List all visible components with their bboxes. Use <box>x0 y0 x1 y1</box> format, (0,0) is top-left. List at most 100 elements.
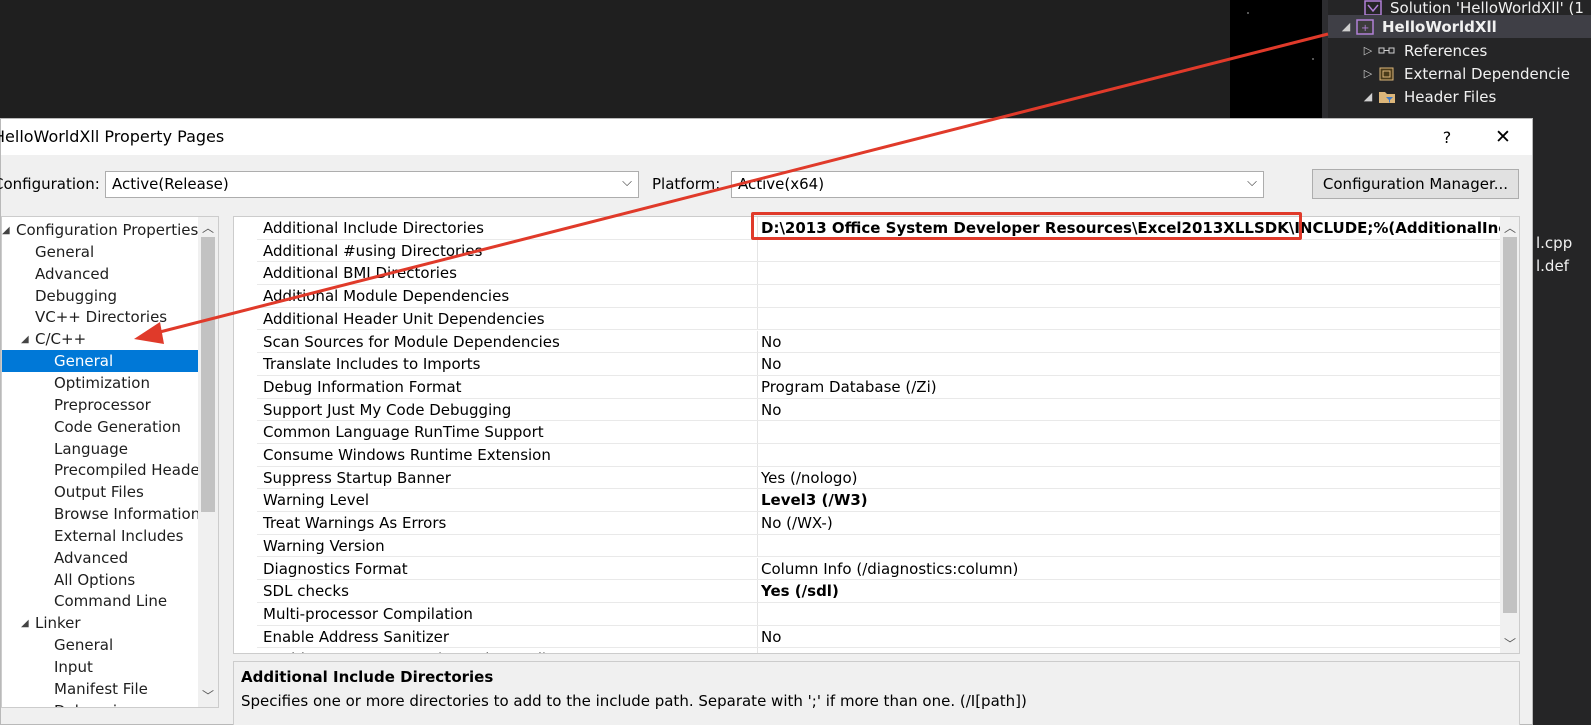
file-label-cpp[interactable]: l.cpp <box>1536 234 1572 252</box>
property-row[interactable]: Debug Information Format Program Database… <box>234 375 1500 399</box>
solution-tree-item[interactable]: ◢ + HelloWorldXll <box>1328 15 1591 38</box>
scrollbar-thumb[interactable] <box>1503 237 1517 613</box>
property-row[interactable]: SDL checks Yes (/sdl) <box>234 580 1500 603</box>
configuration-manager-button[interactable]: Configuration Manager... <box>1312 169 1519 199</box>
tree-item[interactable]: Command Line <box>2 590 198 612</box>
solution-tree-item[interactable]: ◢ Header Files <box>1328 85 1591 108</box>
property-row[interactable]: Treat Warnings As Errors No (/WX-) <box>234 512 1500 535</box>
scrollbar-thumb[interactable] <box>201 237 215 512</box>
expanded-arrow-icon[interactable]: ◢ <box>21 334 29 345</box>
property-row[interactable]: Translate Includes to Imports No <box>234 353 1500 376</box>
solution-tree-item[interactable]: ▷ References <box>1328 39 1591 62</box>
scroll-up-icon[interactable]: ︿ <box>202 219 214 236</box>
property-value[interactable]: No <box>761 650 781 653</box>
property-name: Additional #using Directories <box>263 241 483 260</box>
tree-item-label: All Options <box>54 571 136 589</box>
tree-item[interactable]: Debugging <box>2 285 198 307</box>
tree-item-label: C/C++ <box>35 330 87 348</box>
property-value[interactable]: No <box>761 355 781 373</box>
svg-text:+: + <box>1361 23 1369 34</box>
property-value[interactable]: Level3 (/W3) <box>761 491 868 509</box>
tree-scrollbar[interactable]: ︿ ﹀ <box>198 217 218 707</box>
property-name: Warning Level <box>263 491 370 510</box>
file-label-def[interactable]: l.def <box>1536 257 1569 275</box>
collapsed-arrow-icon[interactable]: ▷ <box>1360 44 1376 57</box>
property-value[interactable]: Yes (/nologo) <box>761 469 857 487</box>
property-name: Scan Sources for Module Dependencies <box>263 332 560 351</box>
property-row[interactable]: Scan Sources for Module Dependencies No <box>234 330 1500 354</box>
tree-item[interactable]: Language <box>2 438 198 460</box>
expanded-arrow-icon[interactable]: ◢ <box>1360 90 1376 103</box>
tree-item-label: General <box>35 243 95 261</box>
references-icon <box>1376 42 1398 60</box>
property-row[interactable]: Warning Version <box>234 534 1500 558</box>
property-row[interactable]: Suppress Startup Banner Yes (/nologo) <box>234 466 1500 490</box>
property-row[interactable]: Additional Include Directories D:\2013 Of… <box>234 217 1519 240</box>
expanded-arrow-icon[interactable]: ◢ <box>1338 20 1354 33</box>
tree-item[interactable]: Precompiled Heade <box>2 459 200 481</box>
property-name: Multi-processor Compilation <box>263 604 473 623</box>
tree-item[interactable]: All Options <box>2 569 198 591</box>
help-button[interactable]: ? <box>1432 123 1462 151</box>
configuration-value: Active(Release) <box>112 175 229 193</box>
description-title: Additional Include Directories <box>241 668 494 686</box>
property-value[interactable]: No (/WX-) <box>761 514 833 532</box>
collapsed-arrow-icon[interactable]: ▷ <box>1360 67 1376 80</box>
property-value[interactable]: D:\2013 Office System Developer Resource… <box>761 219 1519 237</box>
close-button[interactable]: ✕ <box>1487 123 1519 151</box>
scroll-down-icon[interactable]: ﹀ <box>202 687 214 704</box>
solution-tree-item[interactable]: ▷ External Dependencie <box>1328 62 1591 85</box>
property-value[interactable]: No <box>761 333 781 351</box>
property-row[interactable]: Common Language RunTime Support <box>234 421 1500 444</box>
tree-item-label: VC++ Directories <box>35 308 168 326</box>
tree-item[interactable]: ◢ Linker <box>2 612 198 634</box>
property-row[interactable]: Additional BMI Directories <box>234 262 1500 286</box>
tree-item[interactable]: Browse Information <box>2 503 200 525</box>
tree-item[interactable]: VC++ Directories <box>2 306 198 328</box>
property-row[interactable]: Warning Level Level3 (/W3) <box>234 489 1500 513</box>
property-row[interactable]: Additional Header Unit Dependencies <box>234 307 1500 331</box>
property-row[interactable]: Additional Module Dependencies <box>234 285 1500 308</box>
tree-item[interactable]: Manifest File <box>2 678 198 700</box>
property-name: Additional Header Unit Dependencies <box>263 309 545 328</box>
tree-item[interactable]: General <box>2 634 198 656</box>
property-row[interactable]: Consume Windows Runtime Extension <box>234 444 1500 467</box>
configuration-dropdown[interactable]: Active(Release) ⌵ <box>105 171 639 198</box>
solution-tree-item-label: Header Files <box>1404 87 1497 106</box>
tree-item[interactable]: External Includes <box>2 525 198 547</box>
property-row[interactable]: Support Just My Code Debugging No <box>234 398 1500 422</box>
scroll-up-icon[interactable]: ︿ <box>1504 219 1516 236</box>
property-value[interactable]: No <box>761 628 781 646</box>
tree-item[interactable]: Advanced <box>2 547 198 569</box>
chevron-down-icon: ⌵ <box>1247 175 1257 190</box>
tree-item[interactable]: Optimization <box>2 372 198 394</box>
property-row[interactable]: Multi-processor Compilation <box>234 602 1500 626</box>
property-row[interactable]: Enable Fuzzer Support (Experimental) No <box>234 648 1500 653</box>
tree-item[interactable]: General <box>2 350 198 372</box>
property-value[interactable]: Yes (/sdl) <box>761 582 839 600</box>
property-value[interactable]: No <box>761 401 781 419</box>
tree-item[interactable]: Output Files <box>2 481 198 503</box>
tree-item[interactable]: Input <box>2 656 198 678</box>
dialog-title: HelloWorldXll Property Pages <box>0 127 225 146</box>
property-name: Treat Warnings As Errors <box>263 514 447 533</box>
grid-scrollbar[interactable]: ︿ ﹀ <box>1500 217 1519 653</box>
expanded-arrow-icon[interactable]: ◢ <box>21 618 29 629</box>
tree-item[interactable]: Preprocessor <box>2 394 198 416</box>
tree-item-label: Manifest File <box>54 680 148 698</box>
tree-item[interactable]: General <box>2 241 198 263</box>
property-value[interactable]: Program Database (/Zi) <box>761 378 937 396</box>
scroll-down-icon[interactable]: ﹀ <box>1504 635 1516 652</box>
property-row[interactable]: Additional #using Directories <box>234 239 1500 263</box>
platform-dropdown[interactable]: Active(x64) ⌵ <box>731 171 1264 198</box>
description-pane: Additional Include Directories Specifies… <box>233 661 1520 725</box>
tree-item[interactable]: ◢ C/C++ <box>2 328 198 350</box>
tree-item[interactable]: Code Generation <box>2 416 198 438</box>
property-value[interactable]: Column Info (/diagnostics:column) <box>761 560 1018 578</box>
tree-item[interactable]: ◢ Configuration Properties <box>2 219 198 241</box>
property-row[interactable]: Enable Address Sanitizer No <box>234 625 1500 649</box>
property-row[interactable]: Diagnostics Format Column Info (/diagnost… <box>234 557 1500 581</box>
tree-item[interactable]: Advanced <box>2 263 198 285</box>
expanded-arrow-icon[interactable]: ◢ <box>2 225 10 236</box>
tree-item[interactable]: Debugging <box>2 700 198 707</box>
